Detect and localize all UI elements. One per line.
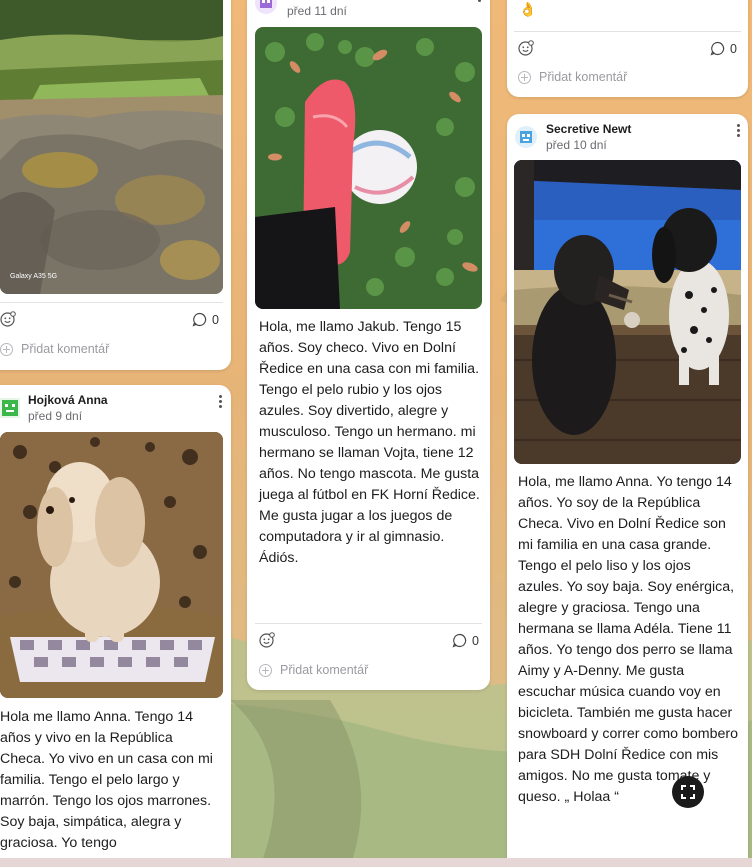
football-image xyxy=(255,27,482,309)
plus-circle-icon xyxy=(518,70,531,84)
post-header: Hojková Anna před 9 dní xyxy=(0,385,231,429)
post-photo-landscape[interactable]: Galaxy A35 5G xyxy=(0,0,223,294)
post-time: před 10 dní xyxy=(546,138,607,152)
post-photo-dog[interactable] xyxy=(0,432,223,698)
more-options-icon[interactable] xyxy=(215,394,225,410)
expand-icon xyxy=(681,785,695,799)
avatar xyxy=(0,398,22,420)
photo-caption: Galaxy A35 5G xyxy=(10,273,58,280)
add-comment-label: Přidat komentář xyxy=(21,342,110,356)
comment-icon xyxy=(192,312,207,327)
plus-circle-icon xyxy=(259,663,272,677)
comment-count: 0 xyxy=(730,41,737,56)
bottom-bar xyxy=(0,858,752,867)
author-name: Secretive Newt xyxy=(546,122,632,136)
author-name: Hojková Anna xyxy=(28,393,108,407)
reaction-icon[interactable] xyxy=(259,632,275,648)
post-card-jakub: před 11 dní Hola, me llamo Jakub. Tengo … xyxy=(247,0,490,690)
comment-button[interactable]: 0 xyxy=(452,633,479,648)
floating-action-button[interactable] xyxy=(672,776,704,808)
post-time: před 9 dní xyxy=(28,409,83,423)
post-card-top-right: 👌 0 Přidat komentář xyxy=(507,0,748,97)
add-comment-button[interactable]: Přidat komentář xyxy=(0,342,109,356)
post-card-newt: Secretive Newt před 10 dní Hola, me llam… xyxy=(507,114,748,867)
comment-button[interactable]: 0 xyxy=(192,312,219,327)
post-time: před 11 dní xyxy=(287,4,347,18)
add-comment-button[interactable]: Přidat komentář xyxy=(259,663,368,677)
add-comment-label: Přidat komentář xyxy=(539,70,628,84)
dogs-image xyxy=(514,160,741,464)
divider xyxy=(514,31,741,32)
reaction-icon[interactable] xyxy=(0,311,16,327)
more-options-icon[interactable] xyxy=(474,0,484,4)
ok-hand-emoji: 👌 xyxy=(519,1,537,17)
comment-icon xyxy=(710,41,725,56)
divider xyxy=(0,302,223,303)
add-comment-button[interactable]: Přidat komentář xyxy=(518,70,627,84)
post-text: Hola me llamo Anna. Tengo 14 años y vivo… xyxy=(0,709,213,851)
post-text: Hola, me llamo Anna. Yo tengo 14 años. Y… xyxy=(518,474,739,805)
post-text: Hola, me llamo Jakub. Tengo 15 años. Soy… xyxy=(259,319,480,566)
spaniel-image xyxy=(0,432,223,698)
comment-count: 0 xyxy=(212,312,219,327)
post-header: před 11 dní xyxy=(247,0,490,24)
landscape-image xyxy=(0,0,223,294)
more-options-icon[interactable] xyxy=(733,123,743,139)
post-header: Secretive Newt před 10 dní xyxy=(507,114,748,158)
post-photo-football[interactable] xyxy=(255,27,482,309)
post-card-hojkova: Hojková Anna před 9 dní Hola me llamo An… xyxy=(0,385,231,867)
plus-circle-icon xyxy=(0,342,13,356)
post-photo-dogs[interactable] xyxy=(514,160,741,464)
avatar xyxy=(255,0,277,14)
divider xyxy=(255,623,482,624)
reaction-icon[interactable] xyxy=(518,40,534,56)
comment-button[interactable]: 0 xyxy=(710,41,737,56)
post-card-landscape: Galaxy A35 5G 0 Přidat komentář xyxy=(0,0,231,370)
comment-count: 0 xyxy=(472,633,479,648)
comment-icon xyxy=(452,633,467,648)
add-comment-label: Přidat komentář xyxy=(280,663,369,677)
avatar xyxy=(515,126,537,148)
